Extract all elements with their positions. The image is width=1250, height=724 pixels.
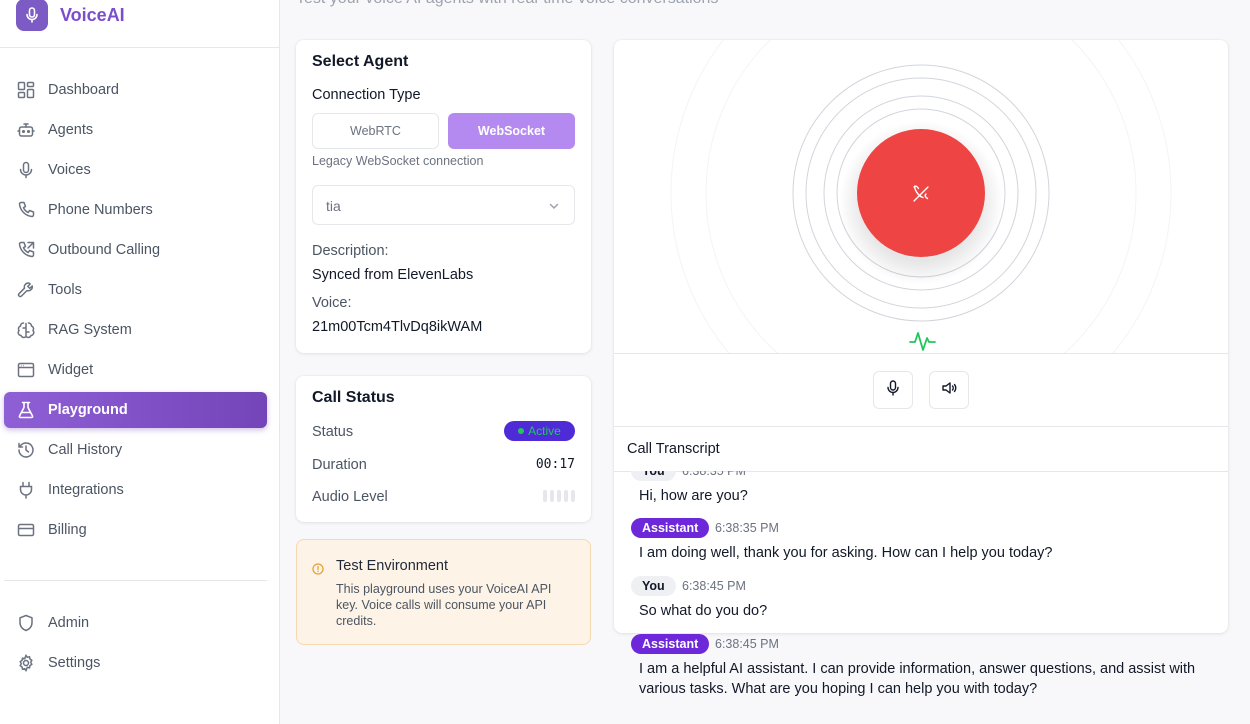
transcript-title: Call Transcript xyxy=(627,441,720,457)
level-bar xyxy=(571,490,575,502)
message-time: 6:38:45 PM xyxy=(715,637,779,651)
sidebar-item-billing[interactable]: Billing xyxy=(4,512,267,548)
message-text: So what do you do? xyxy=(639,603,768,619)
status-badge: Active xyxy=(504,421,575,441)
voice-visualizer xyxy=(670,40,1172,353)
webrtc-toggle[interactable]: WebRTC xyxy=(312,113,439,149)
select-agent-card: Select Agent Connection Type WebRTC WebS… xyxy=(296,40,591,353)
audio-level-meter xyxy=(543,490,575,502)
role-badge: Assistant xyxy=(631,634,710,654)
notice-title: Test Environment xyxy=(336,558,449,574)
sidebar-item-settings[interactable]: Settings xyxy=(4,645,267,681)
plug-icon xyxy=(16,480,36,500)
card-title: Select Agent xyxy=(312,53,409,70)
divider xyxy=(4,580,267,581)
sidebar-item-label: RAG System xyxy=(48,322,132,338)
sidebar-item-call-history[interactable]: Call History xyxy=(4,432,267,468)
description-label: Description: xyxy=(312,243,389,259)
message-text: Hi, how are you? xyxy=(639,488,748,504)
sidebar-item-integrations[interactable]: Integrations xyxy=(4,472,267,508)
sidebar-item-label: Billing xyxy=(48,522,87,538)
notice-description: This playground uses your VoiceAI API ke… xyxy=(336,582,552,628)
sidebar-item-label: Settings xyxy=(48,655,101,671)
mic-icon xyxy=(886,379,900,401)
flask-icon xyxy=(16,400,36,420)
sidebar-item-label: Widget xyxy=(48,362,94,378)
sidebar-item-voices[interactable]: Voices xyxy=(4,152,267,188)
divider xyxy=(0,47,279,48)
chevron-down-icon xyxy=(548,199,560,217)
voice-value: 21m00Tcm4TlvDq8ikWAM xyxy=(312,319,483,335)
role-badge: Assistant xyxy=(631,518,710,538)
sidebar-item-label: Voices xyxy=(48,162,91,178)
status-dot xyxy=(518,428,525,434)
description-value: Synced from ElevenLabs xyxy=(312,267,474,283)
card-title: Call Status xyxy=(312,389,395,406)
test-environment-notice: Test Environment This playground uses yo… xyxy=(296,539,591,645)
duration-value: 00:17 xyxy=(535,457,575,472)
sidebar-item-label: Call History xyxy=(48,442,123,458)
window-icon xyxy=(16,360,36,380)
sidebar-item-label: Playground xyxy=(48,402,128,418)
sidebar-item-rag-system[interactable]: RAG System xyxy=(4,312,267,348)
sidebar-item-label: Tools xyxy=(48,282,82,298)
shield-icon xyxy=(16,613,36,633)
brain-icon xyxy=(16,320,36,340)
sidebar-item-tools[interactable]: Tools xyxy=(4,272,267,308)
history-icon xyxy=(16,440,36,460)
audio-level-label: Audio Level xyxy=(312,489,388,505)
divider xyxy=(614,353,1228,354)
level-bar xyxy=(564,490,568,502)
page-subtitle: Test your voice AI agents with real-time… xyxy=(296,0,718,8)
role-badge: You xyxy=(631,576,676,596)
wrench-icon xyxy=(16,280,36,300)
end-call-button[interactable] xyxy=(857,129,985,257)
info-icon xyxy=(312,562,324,580)
sidebar-item-playground[interactable]: Playground xyxy=(4,392,267,428)
sidebar-item-widget[interactable]: Widget xyxy=(4,352,267,388)
status-badge-text: Active xyxy=(528,424,561,438)
call-status-card: Call Status Status Active Duration 00:17… xyxy=(296,376,591,522)
credit-card-icon xyxy=(16,520,36,540)
sidebar-item-dashboard[interactable]: Dashboard xyxy=(4,72,267,108)
dashboard-icon xyxy=(16,80,36,100)
level-bar xyxy=(557,490,561,502)
divider xyxy=(614,426,1228,427)
gear-icon xyxy=(16,653,36,673)
sidebar-item-label: Agents xyxy=(48,122,94,138)
activity-icon xyxy=(909,332,936,351)
connection-hint: Legacy WebSocket connection xyxy=(312,154,484,168)
agent-select[interactable]: tia xyxy=(312,185,575,225)
speaker-button[interactable] xyxy=(929,371,969,409)
sidebar-item-phone-numbers[interactable]: Phone Numbers xyxy=(4,192,267,228)
message-text: I am a helpful AI assistant. I can provi… xyxy=(639,661,1196,697)
sidebar-item-label: Dashboard xyxy=(48,82,119,98)
bot-icon xyxy=(16,120,36,140)
sidebar-item-label: Outbound Calling xyxy=(48,242,161,258)
phone-outgoing-icon xyxy=(16,240,36,260)
brand[interactable]: VoiceAI xyxy=(16,0,125,32)
sidebar-item-label: Integrations xyxy=(48,482,124,498)
message-time: 6:38:45 PM xyxy=(682,579,746,593)
sidebar-item-label: Phone Numbers xyxy=(48,202,153,218)
agent-select-value: tia xyxy=(326,198,341,214)
websocket-toggle[interactable]: WebSocket xyxy=(448,113,575,149)
level-bar xyxy=(543,490,547,502)
voice-label: Voice: xyxy=(312,295,352,311)
connection-type-label: Connection Type xyxy=(312,87,421,103)
sidebar: VoiceAI Dashboard Agents Voices Phone Nu… xyxy=(0,0,280,724)
sidebar-item-agents[interactable]: Agents xyxy=(4,112,267,148)
sidebar-item-admin[interactable]: Admin xyxy=(4,605,267,641)
message-time: 6:38:35 PM xyxy=(715,521,779,535)
mic-icon xyxy=(16,160,36,180)
speaker-icon xyxy=(941,380,957,401)
level-bar xyxy=(550,490,554,502)
message-text: I am doing well, thank you for asking. H… xyxy=(639,545,1053,561)
sidebar-item-outbound-calling[interactable]: Outbound Calling xyxy=(4,232,267,268)
brand-name: VoiceAI xyxy=(60,4,125,25)
phone-icon xyxy=(16,200,36,220)
mic-icon xyxy=(16,0,48,31)
mic-button[interactable] xyxy=(873,371,913,409)
sidebar-item-label: Admin xyxy=(48,615,90,631)
